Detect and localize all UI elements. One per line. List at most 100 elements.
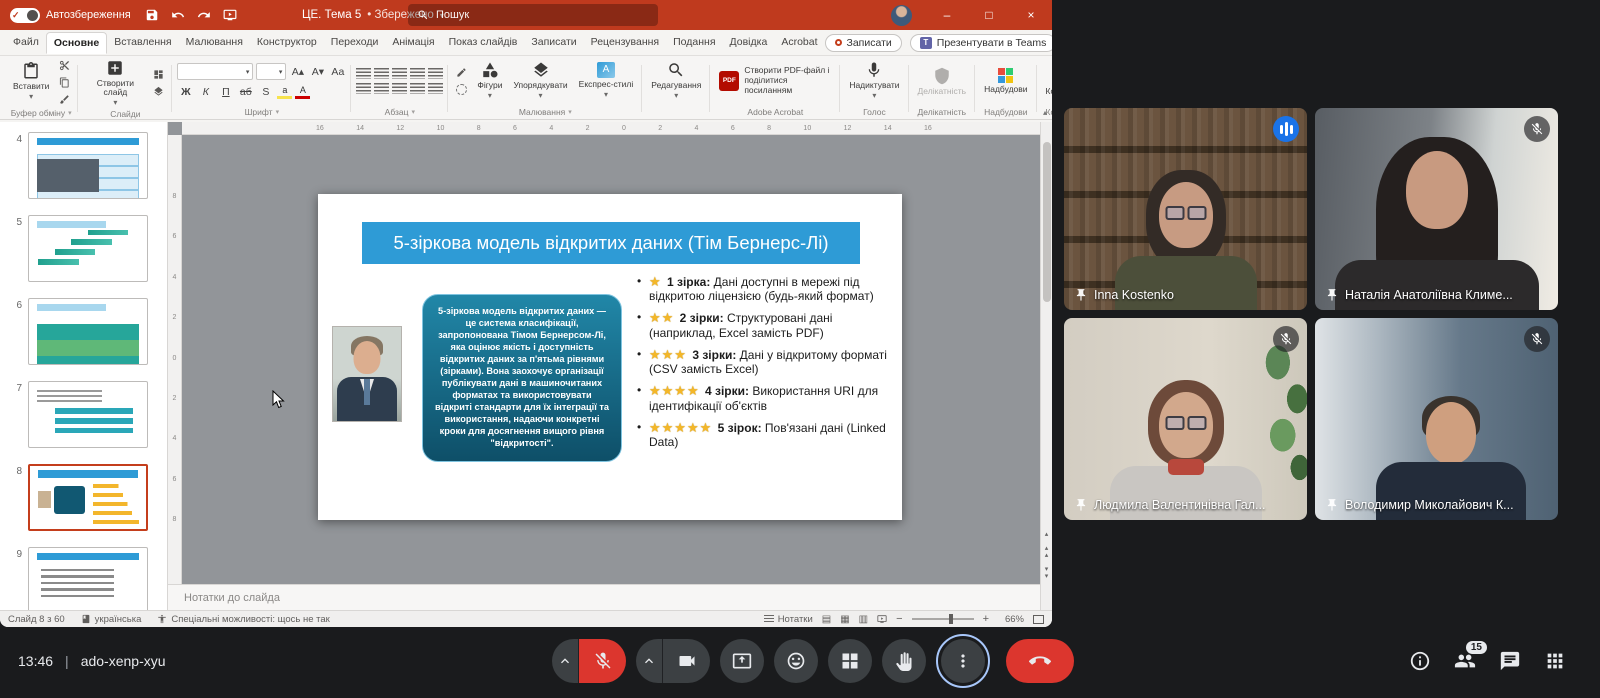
slideshow-icon[interactable] — [223, 8, 237, 22]
bullets-button[interactable] — [356, 68, 371, 79]
scroll-up-icon[interactable]: ▴ — [1045, 531, 1049, 538]
accessibility-status[interactable]: Спеціальні можливості: щось не так — [157, 614, 329, 625]
slide-thumbnail-7[interactable]: 7 — [8, 381, 167, 448]
numbering-button[interactable] — [374, 68, 389, 79]
participant-tile-1[interactable]: Inna Kostenko — [1064, 108, 1307, 310]
reactions-button[interactable] — [774, 639, 818, 683]
zoom-slider[interactable] — [912, 618, 974, 620]
slide-title[interactable]: 5-зіркова модель відкритих даних (Тім Бе… — [362, 222, 860, 264]
present-in-teams-button[interactable]: TПрезентувати в Teams — [910, 34, 1052, 52]
mic-mute-button[interactable] — [579, 639, 626, 683]
participants-button[interactable]: 15 — [1454, 650, 1476, 672]
justify-button[interactable] — [410, 83, 425, 94]
reading-view-button[interactable]: ▥ — [859, 614, 868, 625]
participant-tile-2[interactable]: Наталія Анатоліївна Климе... — [1315, 108, 1558, 310]
raise-hand-button[interactable] — [882, 639, 926, 683]
arrange-button[interactable]: Упорядкувати▾ — [509, 60, 571, 101]
format-painter-button[interactable] — [56, 92, 73, 106]
slide-canvas[interactable]: 5-зіркова модель відкритих даних (Тім Бе… — [318, 194, 902, 520]
addins-button[interactable]: Надбудови — [980, 67, 1031, 95]
layout-button[interactable] — [150, 68, 167, 82]
change-layout-button[interactable] — [828, 639, 872, 683]
indent-decrease-button[interactable] — [392, 68, 407, 79]
activities-button[interactable] — [1544, 650, 1566, 672]
lasso-tool-button[interactable] — [453, 83, 470, 97]
change-case-button[interactable]: Аа — [329, 65, 346, 79]
maximize-button[interactable]: □ — [968, 0, 1010, 30]
editor-scrollbar[interactable]: ▴ ▴▴ ▾▾ — [1040, 122, 1052, 610]
record-button[interactable]: Записати — [825, 34, 902, 52]
zoom-out-button[interactable]: − — [896, 613, 902, 625]
slide-thumbnail-4[interactable]: 4 — [8, 132, 167, 199]
participant-tile-4[interactable]: Володимир Миколайович К... — [1315, 318, 1558, 520]
ribbon-tab-7[interactable]: Анімація — [385, 32, 441, 54]
designer-button[interactable]: Конструктор — [1042, 66, 1052, 97]
ribbon-tab-13[interactable]: Acrobat — [774, 32, 824, 54]
zoom-in-button[interactable]: + — [983, 613, 989, 625]
indent-increase-button[interactable] — [410, 68, 425, 79]
align-center-button[interactable] — [374, 83, 389, 94]
italic-button[interactable]: К — [197, 85, 214, 99]
ribbon-tab-10[interactable]: Рецензування — [584, 32, 666, 54]
autosave-switch[interactable]: ✓ — [10, 8, 40, 23]
highlight-color-button[interactable]: а — [277, 84, 292, 99]
description-box[interactable]: 5-зіркова модель відкритих даних — це си… — [422, 294, 622, 462]
shapes-button[interactable]: Фігури▾ — [473, 60, 506, 101]
camera-options-chevron[interactable] — [636, 639, 663, 683]
font-size-select[interactable]: ▾ — [256, 63, 286, 80]
redo-icon[interactable] — [197, 8, 211, 22]
language-indicator[interactable]: українська — [81, 614, 142, 625]
copy-button[interactable] — [56, 75, 73, 89]
ribbon-tab-3[interactable]: Вставлення — [107, 32, 178, 54]
select-tool-button[interactable] — [453, 66, 470, 80]
chat-button[interactable] — [1499, 650, 1521, 672]
notes-toggle[interactable]: Нотатки — [764, 614, 813, 625]
reset-slide-button[interactable] — [150, 85, 167, 99]
font-name-select[interactable]: ▾ — [177, 63, 253, 80]
search-input[interactable]: Пошук — [408, 4, 658, 26]
dictate-button[interactable]: Надиктувати▾ — [845, 60, 903, 101]
zoom-slider-knob[interactable] — [949, 614, 953, 624]
cut-button[interactable] — [56, 58, 73, 72]
paste-button[interactable]: Вставити▾ — [9, 61, 53, 102]
ribbon-tab-11[interactable]: Подання — [666, 32, 722, 54]
slide-thumbnail-5[interactable]: 5 — [8, 215, 167, 282]
columns-button[interactable] — [428, 83, 443, 94]
sensitivity-button[interactable]: Делікатність — [914, 66, 971, 97]
new-slide-button[interactable]: Створити слайд▾ — [83, 58, 147, 108]
underline-button[interactable]: П — [217, 85, 234, 99]
ribbon-tab-8[interactable]: Показ слайдів — [442, 32, 525, 54]
slide-thumbnail-8[interactable]: 8 — [8, 464, 167, 531]
slideshow-view-button[interactable] — [877, 614, 887, 624]
ribbon-tab-2[interactable]: Основне — [46, 32, 107, 54]
ribbon-tab-5[interactable]: Конструктор — [250, 32, 324, 54]
user-avatar[interactable] — [891, 5, 912, 26]
present-button[interactable] — [720, 639, 764, 683]
increase-font-button[interactable]: А▴ — [289, 65, 306, 79]
line-spacing-button[interactable] — [428, 68, 443, 79]
ribbon-tab-12[interactable]: Довідка — [723, 32, 775, 54]
mic-options-chevron[interactable] — [552, 639, 579, 683]
slide-thumbnail-9[interactable]: 9 — [8, 547, 167, 610]
participant-tile-3[interactable]: Людмила Валентинівна Гал... — [1064, 318, 1307, 520]
slide-sorter-view-button[interactable]: ▦ — [840, 614, 849, 625]
slide-bullet-list[interactable]: ★ 1 зірка: Дані доступні в мережі під ві… — [636, 274, 894, 456]
align-left-button[interactable] — [356, 83, 371, 94]
notes-area[interactable]: Нотатки до слайда — [168, 584, 1040, 610]
undo-icon[interactable] — [171, 8, 185, 22]
portrait-photo[interactable] — [332, 326, 402, 422]
collapse-ribbon-icon[interactable]: ▴ — [1043, 108, 1047, 117]
text-shadow-button[interactable]: S — [257, 85, 274, 99]
autosave-toggle[interactable]: ✓ Автозбереження — [10, 8, 131, 23]
fit-slide-button[interactable] — [1033, 615, 1044, 624]
leave-call-button[interactable] — [1006, 639, 1074, 683]
zoom-level[interactable]: 66% — [998, 614, 1024, 625]
more-options-button[interactable] — [941, 639, 985, 683]
normal-view-button[interactable]: ▤ — [822, 614, 831, 625]
ribbon-tab-1[interactable]: Файл — [6, 32, 46, 54]
minimize-button[interactable]: – — [926, 0, 968, 30]
bold-button[interactable]: Ж — [177, 85, 194, 99]
quick-styles-button[interactable]: А Експрес-стилі▾ — [575, 61, 638, 100]
font-color-button[interactable]: А — [295, 84, 310, 99]
scrollbar-thumb[interactable] — [1043, 142, 1051, 302]
